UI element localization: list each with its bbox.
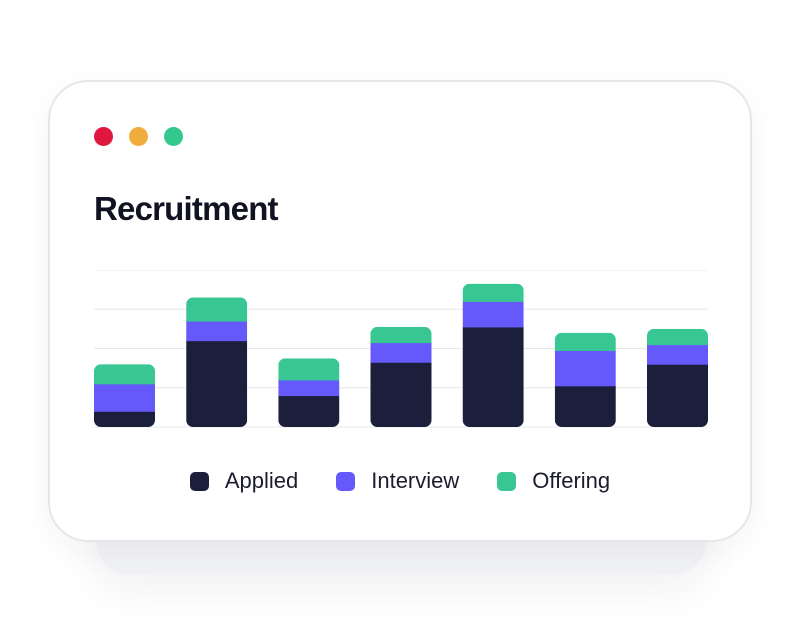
legend-label: Offering (532, 468, 611, 493)
bar-group-1[interactable] (94, 364, 155, 427)
bar-segment-applied-7[interactable] (647, 364, 708, 427)
bar-segment-offering-6[interactable] (554, 332, 616, 351)
bar-segment-offering-3[interactable] (278, 358, 340, 381)
bar-segment-applied-3[interactable] (278, 395, 340, 428)
bar-segment-applied-6[interactable] (554, 385, 616, 428)
stacked-bar-chart (94, 270, 708, 428)
legend-swatch (497, 471, 517, 491)
bar-group-3[interactable] (278, 358, 340, 428)
bar-segment-offering-4[interactable] (370, 326, 432, 344)
bar-segment-offering-5[interactable] (462, 283, 524, 302)
bar-segment-interview-7[interactable] (647, 344, 708, 365)
bar-segment-applied-4[interactable] (370, 362, 432, 427)
bar-segment-offering-2[interactable] (186, 297, 248, 322)
bar-segment-applied-2[interactable] (186, 340, 248, 428)
window-controls (94, 127, 183, 146)
chart-legend: Applied Interview Offering (50, 468, 750, 494)
maximize-dot[interactable] (164, 127, 183, 146)
legend-label: Interview (371, 468, 460, 493)
bar-segment-offering-7[interactable] (647, 328, 708, 346)
bar-segment-offering-1[interactable] (94, 364, 155, 385)
legend-label: Applied (224, 468, 299, 493)
legend-item-applied[interactable]: Applied (189, 468, 299, 494)
bar-segment-interview-3[interactable] (278, 379, 340, 397)
bar-segment-interview-2[interactable] (186, 321, 248, 342)
legend-swatch (336, 471, 356, 491)
bar-group-2[interactable] (186, 297, 248, 428)
legend-item-interview[interactable]: Interview (336, 468, 459, 494)
bar-segment-interview-4[interactable] (370, 342, 432, 363)
stage: Recruitment Applied Interview Offering (0, 0, 800, 623)
bar-segment-interview-1[interactable] (94, 383, 155, 412)
chart-title: Recruitment (94, 190, 279, 227)
close-dot[interactable] (94, 127, 113, 146)
bar-group-4[interactable] (370, 326, 432, 428)
recruitment-card: Recruitment Applied Interview Offering (48, 80, 752, 542)
bar-segment-applied-5[interactable] (462, 326, 524, 428)
legend-item-offering[interactable]: Offering (497, 468, 610, 494)
bar-group-6[interactable] (554, 332, 616, 428)
minimize-dot[interactable] (129, 127, 148, 146)
legend-swatch (189, 471, 209, 491)
bar-segment-applied-1[interactable] (94, 411, 155, 427)
bar-group-7[interactable] (647, 328, 708, 428)
bar-segment-interview-6[interactable] (554, 350, 616, 387)
bar-group-5[interactable] (462, 283, 524, 428)
bar-segment-interview-5[interactable] (462, 301, 524, 328)
